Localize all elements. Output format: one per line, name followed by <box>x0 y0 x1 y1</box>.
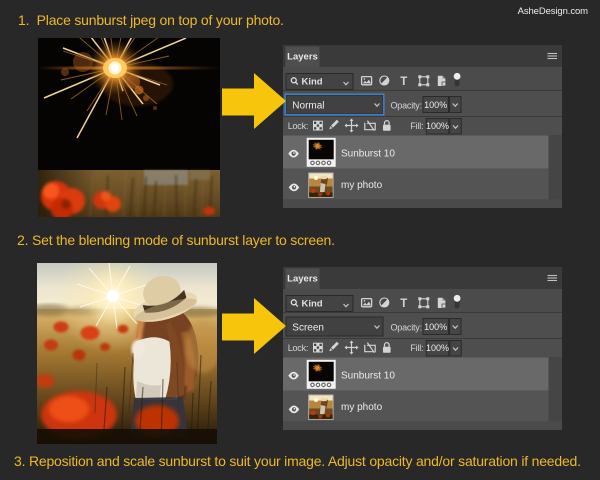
svg-text:Sunburst 10: Sunburst 10 <box>341 371 395 382</box>
svg-text:Layers: Layers <box>287 274 318 285</box>
svg-text:100%: 100% <box>426 121 449 131</box>
svg-text:Fill:: Fill: <box>410 121 423 131</box>
svg-text:Opacity:: Opacity: <box>391 323 422 333</box>
svg-text:100%: 100% <box>426 343 449 353</box>
svg-text:100%: 100% <box>424 100 447 110</box>
svg-text:Kind: Kind <box>302 299 323 310</box>
svg-text:Normal: Normal <box>292 101 324 112</box>
svg-text:Sunburst 10: Sunburst 10 <box>341 149 395 160</box>
svg-text:T: T <box>400 76 407 88</box>
svg-text:Opacity:: Opacity: <box>391 101 422 111</box>
svg-text:my photo: my photo <box>341 180 383 191</box>
svg-text:Kind: Kind <box>302 77 323 88</box>
svg-text:100%: 100% <box>424 322 447 332</box>
svg-text:my photo: my photo <box>341 402 383 413</box>
svg-text:T: T <box>400 298 407 310</box>
svg-text:Screen: Screen <box>292 323 324 334</box>
svg-text:Fill:: Fill: <box>410 343 423 353</box>
svg-text:Layers: Layers <box>287 52 318 63</box>
svg-text:Lock:: Lock: <box>288 343 309 353</box>
svg-text:Lock:: Lock: <box>288 121 309 131</box>
